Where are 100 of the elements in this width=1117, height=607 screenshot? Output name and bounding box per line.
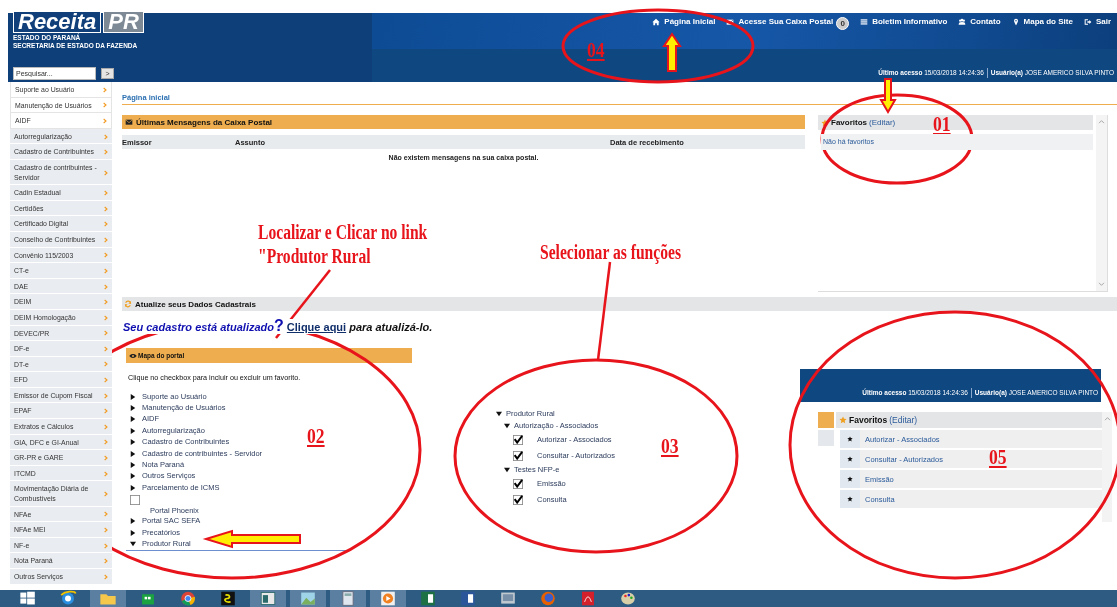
- list-icon: [860, 18, 869, 26]
- chevron-icon: [104, 267, 108, 274]
- expand-arrow-icon[interactable]: [130, 439, 136, 446]
- chevron-icon: [103, 102, 107, 109]
- expand-arrow-icon[interactable]: [130, 450, 136, 457]
- panel-title: Favoritos: [849, 415, 888, 425]
- panel-title: Últimas Mensagens da Caixa Postal: [136, 117, 273, 127]
- checkbox[interactable]: [513, 435, 523, 445]
- home-icon: [652, 18, 661, 26]
- star-icon: [839, 416, 847, 424]
- chevron-icon: [104, 149, 108, 156]
- checkbox[interactable]: [513, 451, 523, 461]
- star-icon: [847, 496, 853, 502]
- app-tile-icon[interactable]: [218, 590, 238, 607]
- checkbox[interactable]: [513, 495, 523, 505]
- collapse-arrow-icon[interactable]: [504, 467, 510, 473]
- window-icon[interactable]: [258, 590, 278, 607]
- eye-icon: [129, 352, 137, 359]
- expand-arrow-icon[interactable]: [130, 416, 136, 423]
- update-sentence: Seu cadastro está atualizado? Clique aqui para atualizá-lo.: [123, 319, 435, 334]
- nav-link[interactable]: Acesse Sua Caixa Postal: [726, 16, 834, 28]
- callout-number: 05: [989, 445, 1007, 469]
- star-icon: [847, 456, 853, 462]
- chevron-icon: [104, 169, 108, 176]
- windows-logo-icon[interactable]: [18, 590, 38, 607]
- chevron-icon: [104, 205, 108, 212]
- mail-icon: [726, 18, 735, 26]
- scrollbar[interactable]: [1102, 412, 1112, 522]
- update-link[interactable]: Clique aqui: [286, 321, 347, 333]
- collapse-arrow-icon[interactable]: [504, 423, 510, 429]
- callout-number: 01: [933, 112, 951, 136]
- chevron-icon: [104, 377, 108, 384]
- edit-link[interactable]: (Editar): [869, 118, 896, 127]
- chevron-icon: [104, 558, 108, 565]
- star-icon: [821, 118, 829, 127]
- checkbox[interactable]: [130, 494, 140, 505]
- highlight-arrow: [879, 78, 897, 114]
- instruction-text: Selecionar as funções: [540, 240, 681, 264]
- nav-link[interactable]: Mapa do Site: [1011, 16, 1073, 28]
- logo-tag: PR: [103, 12, 144, 33]
- browser-icon[interactable]: [58, 590, 78, 607]
- spreadsheet-icon[interactable]: [418, 590, 438, 607]
- chevron-icon: [104, 299, 108, 306]
- chevron-icon: [104, 133, 108, 140]
- chevron-icon: [104, 221, 108, 228]
- exit-icon: [1083, 18, 1092, 26]
- instruction-text: Localizar e Clicar no link "Produtor Rural: [258, 220, 428, 268]
- chevron-icon: [104, 361, 108, 368]
- panel-title: Favoritos: [831, 118, 867, 127]
- chevron-icon: [104, 236, 108, 243]
- envelope-icon: [125, 118, 133, 126]
- refresh-icon: [124, 300, 132, 308]
- callout-number: 02: [307, 424, 325, 448]
- chevron-icon: [104, 252, 108, 259]
- nav-link[interactable]: Contato: [958, 16, 1001, 28]
- expand-arrow-icon[interactable]: [130, 473, 136, 480]
- expand-arrow-icon[interactable]: [130, 427, 136, 434]
- chevron-icon: [104, 439, 108, 446]
- callout-number: 03: [661, 434, 679, 458]
- callout-number: 04: [587, 38, 605, 62]
- chrome-icon[interactable]: [178, 590, 198, 607]
- section-title: Atualize seus Dados Cadastrais: [135, 299, 256, 309]
- chevron-icon: [104, 330, 108, 337]
- count-badge: 0: [836, 17, 850, 30]
- palette-icon[interactable]: [618, 590, 638, 607]
- star-icon: [847, 476, 853, 482]
- checkbox[interactable]: [513, 479, 523, 489]
- document-icon[interactable]: [458, 590, 478, 607]
- map-pin-icon: [1011, 18, 1020, 26]
- collapse-arrow-icon[interactable]: [130, 541, 136, 547]
- chevron-icon: [104, 189, 108, 196]
- chevron-icon: [103, 118, 107, 124]
- chevron-icon: [103, 86, 107, 93]
- chevron-icon: [104, 470, 108, 477]
- nav-link[interactable]: Sair: [1083, 16, 1111, 28]
- nav-link[interactable]: Página Inicial: [652, 16, 716, 28]
- expand-arrow-icon[interactable]: [130, 405, 136, 412]
- image-icon[interactable]: [298, 590, 318, 607]
- expand-arrow-icon[interactable]: [130, 518, 136, 525]
- expand-arrow-icon[interactable]: [130, 393, 136, 400]
- edit-link[interactable]: (Editar): [889, 415, 918, 425]
- chevron-icon: [104, 283, 108, 290]
- collapse-arrow-icon[interactable]: [496, 411, 502, 417]
- expand-arrow-icon[interactable]: [130, 484, 136, 491]
- highlight-arrow: [662, 32, 682, 72]
- users-icon: [958, 18, 967, 26]
- chevron-icon: [104, 573, 108, 580]
- expand-arrow-icon[interactable]: [130, 462, 136, 469]
- chevron-icon: [104, 423, 108, 430]
- chevron-icon: [104, 408, 108, 415]
- nav-link[interactable]: Boletim Informativo: [860, 16, 948, 28]
- star-icon: [847, 436, 853, 442]
- chevron-icon: [104, 314, 108, 321]
- chevron-icon: [104, 345, 108, 352]
- chevron-icon: [104, 455, 108, 462]
- chevron-icon: [104, 491, 108, 498]
- chevron-icon: [104, 527, 108, 533]
- media-player-icon[interactable]: [378, 590, 398, 607]
- chevron-icon: [104, 542, 108, 549]
- expand-arrow-icon[interactable]: [130, 529, 136, 536]
